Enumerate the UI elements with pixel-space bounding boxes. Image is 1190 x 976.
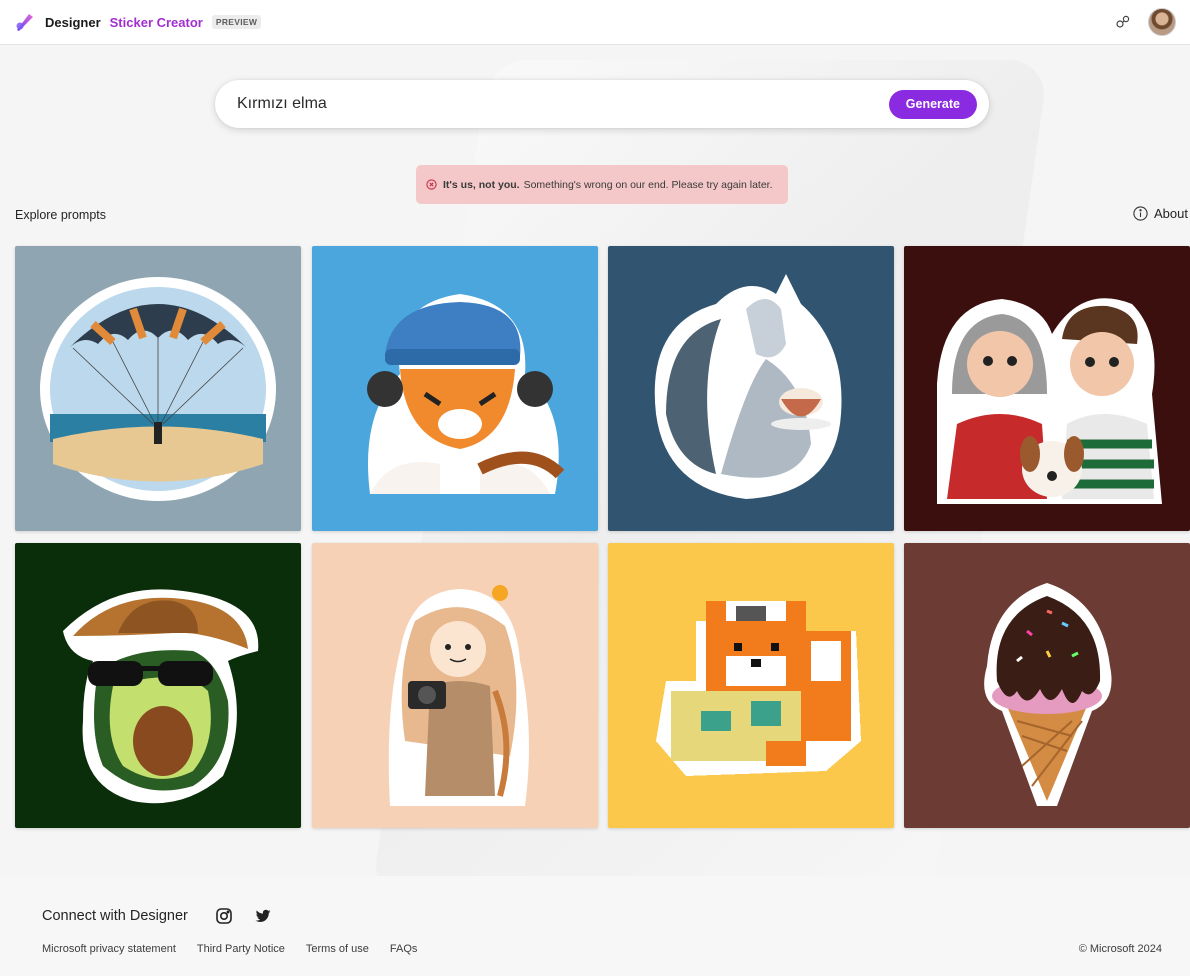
sticker-card-avocado[interactable]	[15, 543, 301, 828]
preview-badge: PREVIEW	[211, 15, 262, 29]
error-message: It's us, not you. Something's wrong on o…	[416, 165, 788, 204]
prompts-icon[interactable]	[1114, 13, 1132, 31]
sticker-card-grandparents[interactable]	[904, 246, 1190, 531]
privacy-link[interactable]: Microsoft privacy statement	[42, 943, 176, 955]
about-label: About	[1154, 206, 1188, 221]
top-bar: Designer Sticker Creator PREVIEW	[0, 0, 1190, 45]
photographer-sticker-image	[388, 584, 529, 806]
error-circle-icon	[426, 179, 437, 190]
product-name[interactable]: Sticker Creator	[110, 15, 203, 30]
footer-links: Microsoft privacy statement Third Party …	[42, 943, 417, 955]
generate-button[interactable]: Generate	[888, 89, 977, 119]
pixel-fox-sticker-image	[656, 600, 861, 776]
about-button[interactable]: About	[1133, 206, 1188, 221]
grandparents-sticker-image	[937, 297, 1162, 504]
faqs-link[interactable]: FAQs	[390, 943, 418, 955]
explore-prompts-title: Explore prompts	[15, 208, 107, 222]
ice-cream-sticker-image	[984, 582, 1112, 806]
user-avatar[interactable]	[1148, 8, 1176, 36]
terms-link[interactable]: Terms of use	[306, 943, 369, 955]
designer-logo-icon[interactable]	[14, 10, 38, 34]
dragon-sticker-image	[654, 273, 842, 499]
avocado-sticker-image	[63, 588, 259, 803]
prompt-bar: Generate	[215, 80, 989, 128]
copyright: © Microsoft 2024	[1078, 943, 1162, 955]
info-icon	[1133, 206, 1148, 221]
tiger-sticker-image	[367, 293, 565, 494]
sticker-card-dragon[interactable]	[608, 246, 894, 531]
prompt-input[interactable]	[237, 95, 889, 113]
parachute-sticker-image	[40, 276, 276, 501]
brand-name[interactable]: Designer	[45, 15, 101, 30]
sticker-card-ice-cream[interactable]	[904, 543, 1190, 828]
sticker-card-photographer[interactable]	[312, 543, 598, 828]
twitter-icon[interactable]	[254, 907, 272, 925]
error-text: Something's wrong on our end. Please try…	[523, 178, 773, 191]
connect-heading: Connect with Designer	[42, 908, 188, 924]
third-party-notice-link[interactable]: Third Party Notice	[197, 943, 285, 955]
sticker-card-pixel-fox[interactable]	[608, 543, 894, 828]
error-title: It's us, not you.	[443, 178, 520, 191]
footer: Connect with Designer Microsoft privacy …	[0, 876, 1190, 976]
instagram-icon[interactable]	[215, 907, 233, 925]
sticker-card-tiger[interactable]	[312, 246, 598, 531]
sticker-card-parachute[interactable]	[15, 246, 301, 531]
